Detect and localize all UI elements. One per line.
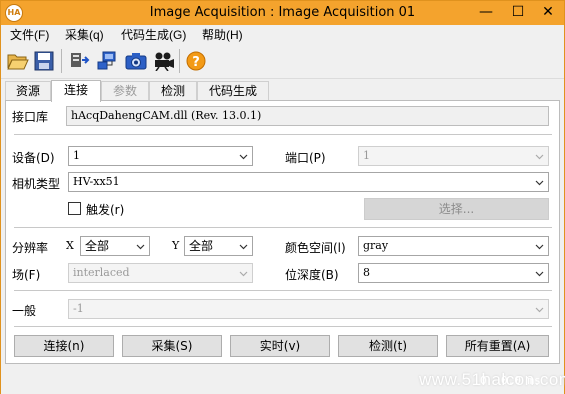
- interface-label: 接口库: [12, 110, 49, 124]
- snapshot-camera-icon[interactable]: [125, 51, 147, 71]
- network-camera-icon[interactable]: [97, 51, 119, 71]
- camera-type-combo[interactable]: HV-xx51: [68, 172, 549, 192]
- color-space-value: gray: [363, 239, 389, 252]
- acquire-select-icon[interactable]: [69, 51, 91, 71]
- camera-type-label: 相机类型: [12, 177, 61, 191]
- menu-bar: 文件(F) 采集(q) 代码生成(G) 帮助(H): [1, 25, 564, 43]
- device-value: 1: [73, 149, 80, 162]
- general-label: 一般: [12, 304, 37, 318]
- minimize-button[interactable]: —: [471, 1, 501, 25]
- camera-type-value: HV-xx51: [73, 175, 120, 188]
- divider: [14, 134, 552, 135]
- field-combo: interlaced: [68, 263, 253, 283]
- open-folder-icon[interactable]: [7, 51, 29, 71]
- close-button[interactable]: ✕: [533, 1, 563, 25]
- tab-code-generation[interactable]: 代码生成: [197, 81, 269, 101]
- watermark-text: www.51halcon.com: [419, 370, 565, 389]
- menu-code-generation[interactable]: 代码生成(G): [121, 26, 186, 43]
- interface-field: hAcqDahengCAM.dll (Rev. 13.0.1): [66, 106, 549, 126]
- reset-all-button[interactable]: 所有重置(A): [446, 335, 549, 357]
- resolution-x-combo[interactable]: 全部: [80, 236, 150, 256]
- tab-strip: 资源 连接 参数 检测 代码生成: [5, 80, 560, 102]
- chevron-down-icon: [136, 244, 145, 250]
- live-button[interactable]: 实时(v): [230, 335, 330, 357]
- main-window: HA Image Acquisition : Image Acquisition…: [0, 0, 565, 394]
- tab-detection[interactable]: 检测: [149, 81, 197, 101]
- divider: [14, 227, 552, 228]
- connection-panel: 接口库 hAcqDahengCAM.dll (Rev. 13.0.1) 设备(D…: [5, 100, 560, 364]
- connect-button[interactable]: 连接(n): [14, 335, 114, 357]
- tab-resources[interactable]: 资源: [5, 81, 51, 101]
- trigger-label: 触发(r): [86, 203, 125, 217]
- tab-parameters: 参数: [101, 81, 149, 101]
- acquire-button[interactable]: 采集(S): [122, 335, 222, 357]
- toolbar: ?: [1, 43, 564, 79]
- chevron-down-icon: [535, 180, 544, 186]
- chevron-down-icon: [535, 244, 544, 250]
- menu-acquire[interactable]: 采集(q): [65, 26, 104, 43]
- title-bar[interactable]: HA Image Acquisition : Image Acquisition…: [1, 1, 564, 25]
- resolution-y-combo[interactable]: 全部: [184, 236, 253, 256]
- bit-depth-combo[interactable]: 8: [358, 263, 549, 283]
- menu-file[interactable]: 文件(F): [10, 26, 49, 43]
- divider: [14, 290, 552, 291]
- menu-help[interactable]: 帮助(H): [202, 26, 243, 43]
- field-label: 场(F): [12, 268, 41, 282]
- resolution-x-value: 全部: [85, 239, 110, 253]
- chevron-down-icon: [535, 154, 544, 160]
- color-space-combo[interactable]: gray: [358, 236, 549, 256]
- general-combo: -1: [68, 299, 549, 319]
- save-icon[interactable]: [33, 51, 55, 71]
- port-combo: 1: [358, 146, 549, 166]
- status-bar: www.51halcon.com 0 0.0 ms: [1, 366, 565, 394]
- chevron-down-icon: [239, 154, 248, 160]
- chevron-down-icon: [535, 307, 544, 313]
- field-value: interlaced: [73, 266, 130, 279]
- chevron-down-icon: [239, 271, 248, 277]
- x-label: X: [66, 239, 74, 252]
- divider: [14, 326, 552, 327]
- chevron-down-icon: [239, 244, 248, 250]
- resolution-label: 分辨率: [12, 241, 49, 255]
- maximize-button[interactable]: ☐: [503, 1, 533, 25]
- svg-text:?: ?: [192, 55, 200, 70]
- port-label: 端口(P): [285, 151, 326, 165]
- status-value-time: 0.0 ms: [501, 374, 541, 387]
- video-camera-icon[interactable]: [153, 51, 175, 71]
- resolution-y-value: 全部: [189, 239, 214, 253]
- toolbar-separator: [179, 49, 180, 73]
- bit-depth-value: 8: [363, 266, 370, 279]
- device-label: 设备(D): [12, 151, 55, 165]
- general-value: -1: [73, 302, 84, 315]
- select-button: 选择...: [364, 198, 549, 220]
- toolbar-separator: [61, 49, 62, 73]
- chevron-down-icon: [535, 271, 544, 277]
- detect-button[interactable]: 检测(t): [338, 335, 438, 357]
- device-combo[interactable]: 1: [68, 146, 253, 166]
- trigger-checkbox[interactable]: [68, 202, 81, 215]
- y-label: Y: [172, 239, 180, 252]
- color-space-label: 颜色空间(l): [285, 241, 346, 255]
- status-value-count: 0: [480, 374, 487, 387]
- bit-depth-label: 位深度(B): [285, 268, 339, 282]
- tab-connection[interactable]: 连接: [51, 80, 101, 102]
- help-icon[interactable]: ?: [185, 51, 207, 71]
- port-value: 1: [363, 149, 370, 162]
